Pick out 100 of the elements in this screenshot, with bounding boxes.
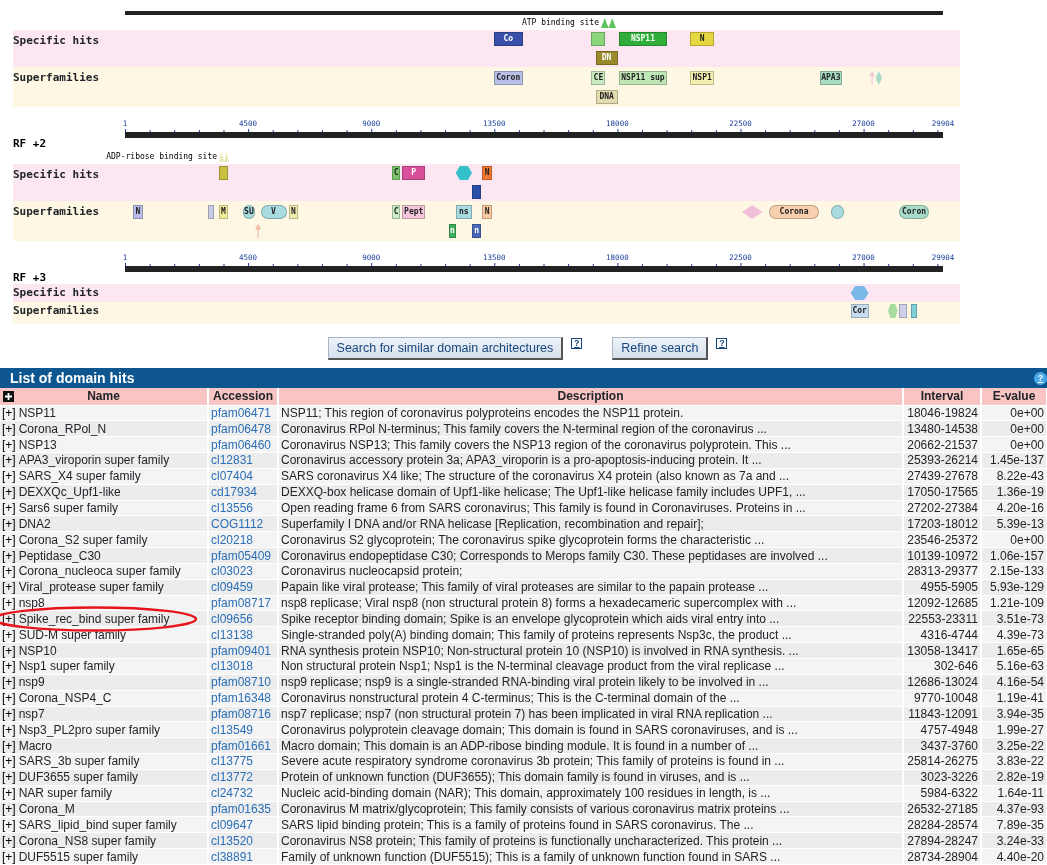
superfamily-glyph[interactable]	[898, 304, 907, 318]
interval-cell: 20662-21537	[903, 436, 981, 453]
evalue-cell: 1.64e-11	[981, 785, 1047, 802]
expand-toggle[interactable]: [+]	[2, 437, 16, 452]
domain-name: Nsp1 super family	[18, 659, 115, 674]
description-cell: Coronavirus accessory protein 3a; APA3_viroporin is a pro-apoptosis-inducing protein. It ...	[278, 452, 903, 469]
expand-toggle[interactable]: [+]	[2, 548, 16, 563]
domain-name: NSP13	[18, 437, 57, 452]
evalue-cell: 1.21e-109	[981, 595, 1047, 611]
evalue-cell: 4.37e-93	[981, 801, 1047, 817]
domain-glyph[interactable]: P	[402, 166, 426, 180]
expand-toggle[interactable]: [+]	[2, 421, 16, 436]
expand-toggle[interactable]: [+]	[2, 627, 16, 642]
expand-toggle[interactable]: [+]	[2, 706, 16, 721]
superfamily-glyph[interactable]	[911, 304, 917, 318]
evalue-cell: 8.22e-43	[981, 468, 1047, 485]
expand-toggle[interactable]: [+]	[2, 580, 16, 595]
interval-cell: 5984-6322	[903, 785, 981, 802]
expand-toggle[interactable]: [+]	[2, 817, 16, 832]
evalue-cell: 3.25e-22	[981, 737, 1047, 754]
expand-toggle[interactable]: [+]	[2, 754, 16, 769]
expand-toggle[interactable]: [+]	[2, 770, 16, 785]
superfamily-glyph[interactable]: N	[288, 205, 298, 219]
evalue-cell: 4.20e-16	[981, 500, 1047, 516]
expand-toggle[interactable]: [+]	[2, 485, 16, 500]
interval-cell: 4316-4744	[903, 626, 981, 643]
domain-glyph[interactable]: C	[392, 166, 400, 180]
domain-name: APA3_viroporin super family	[18, 453, 170, 468]
search-button[interactable]: Search for similar domain architectures	[327, 337, 564, 360]
superfamily-glyph[interactable]: N	[133, 205, 143, 219]
superfamily-glyph[interactable]: Coron	[493, 71, 523, 85]
superfamily-glyph[interactable]: NSP1	[690, 71, 715, 85]
superfamily-glyph[interactable]: N	[482, 205, 492, 219]
help-link[interactable]: ?	[571, 338, 583, 349]
superfamily-glyph[interactable]: Coron	[899, 205, 929, 219]
superfamily-glyph[interactable]	[888, 304, 898, 318]
domain-glyph[interactable]	[472, 185, 482, 199]
expand-toggle[interactable]: [+]	[2, 564, 16, 579]
interval-cell: 23546-25372	[903, 531, 981, 548]
expand-toggle[interactable]: [+]	[2, 802, 16, 816]
superfamily-glyph[interactable]: SU	[243, 205, 255, 219]
superfamily-glyph[interactable]: ns	[455, 205, 472, 219]
evalue-cell: 3.24e-33	[981, 832, 1047, 849]
expand-toggle[interactable]: [+]	[2, 469, 16, 484]
superfamily-glyph[interactable]	[207, 205, 214, 219]
superfamily-glyph[interactable]: Cor	[850, 304, 869, 318]
interval-cell: 11843-12091	[903, 706, 981, 722]
expand-toggle[interactable]: [+]	[2, 722, 16, 737]
domain-glyph[interactable]: N	[690, 32, 715, 46]
interval-cell: 9770-10048	[903, 690, 981, 707]
interval-cell: 25393-26214	[903, 452, 981, 469]
superfamily-glyph[interactable]: V	[260, 205, 287, 219]
expand-toggle[interactable]: [+]	[2, 453, 16, 468]
superfamily-glyph[interactable]: C	[392, 205, 400, 219]
interval-cell: 28284-28574	[903, 816, 981, 833]
evalue-cell: 2.15e-133	[981, 563, 1047, 580]
domain-name: nsp7	[18, 706, 45, 721]
expand-toggle[interactable]: [+]	[2, 516, 16, 531]
domain-glyph[interactable]: Co	[493, 32, 523, 46]
expand-toggle[interactable]: [+]	[2, 659, 16, 674]
interval-cell: 27894-28247	[903, 832, 981, 849]
site-label: ADP-ribose binding site	[106, 152, 217, 162]
help-link[interactable]: ?	[716, 338, 728, 349]
description-cell: Single-stranded poly(A) binding domain; This family of proteins represents Nsp3c, the product ...	[278, 626, 903, 643]
expand-toggle[interactable]: [+]	[2, 849, 16, 864]
column-header: Description	[278, 388, 903, 405]
superfamily-glyph[interactable]: DNA	[595, 90, 618, 104]
expand-toggle[interactable]: [+]	[2, 786, 16, 801]
superfamily-glyph[interactable]: APA3	[819, 71, 843, 85]
expand-toggle[interactable]: [+]	[2, 643, 16, 658]
expand-toggle[interactable]: [+]	[2, 833, 16, 848]
superfamily-glyph[interactable]: n	[472, 224, 482, 238]
description-cell: Coronavirus polyprotein cleavage domain; This domain is found in SARS coronaviruses, and is ...	[278, 721, 903, 738]
domain-name: Sars6 super family	[18, 501, 119, 515]
interval-cell: 28734-28904	[903, 848, 981, 865]
expand-toggle[interactable]: [+]	[2, 596, 16, 611]
expand-all-icon[interactable]	[3, 391, 14, 402]
expand-toggle[interactable]: [+]	[2, 738, 16, 753]
superfamily-glyph[interactable]: M	[219, 205, 228, 219]
interval-cell: 13480-14538	[903, 420, 981, 437]
superfamily-glyph[interactable]: NSP11 sup	[618, 71, 668, 85]
description-cell: SARS coronavirus X4 like; The structure of the coronavirus X4 protein (also known as 7a and ...	[278, 468, 903, 485]
superfamily-glyph[interactable]: Pept	[402, 205, 426, 219]
superfamily-glyph[interactable]: Corona	[769, 205, 819, 219]
expand-toggle[interactable]: [+]	[2, 532, 16, 547]
expand-toggle[interactable]: [+]	[2, 405, 16, 420]
description-cell: Superfamily I DNA and/or RNA helicase [Replication, recombination and repair];	[278, 515, 903, 532]
interval-cell: 28313-29377	[903, 563, 981, 580]
domain-name: SARS_lipid_bind super family	[18, 817, 177, 832]
evalue-cell: 1.45e-137	[981, 452, 1047, 469]
evalue-cell: 1.65e-65	[981, 642, 1047, 659]
superfamily-glyph[interactable]: CE	[591, 71, 606, 85]
superfamily-glyph[interactable]	[831, 205, 844, 219]
superfamily-glyph[interactable]	[875, 71, 883, 85]
domain-name: nsp8	[18, 596, 45, 611]
expand-toggle[interactable]: [+]	[2, 675, 16, 690]
domain-glyph[interactable]: N	[482, 166, 492, 180]
expand-toggle[interactable]: [+]	[2, 691, 16, 706]
search-button[interactable]: Refine search	[612, 337, 709, 360]
expand-toggle[interactable]: [+]	[2, 501, 16, 515]
